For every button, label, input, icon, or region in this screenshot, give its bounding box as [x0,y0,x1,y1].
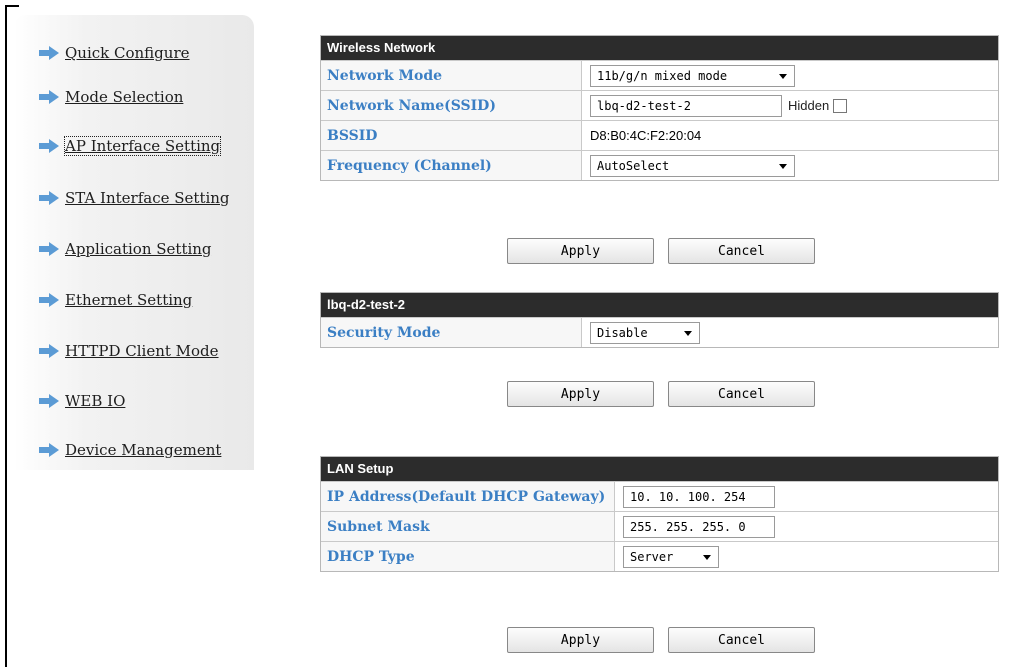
dhcp-type-label: DHCP Type [321,542,615,571]
ip-address-row: IP Address(Default DHCP Gateway) 10. 10.… [321,481,998,511]
dhcp-type-value: Server [630,549,674,564]
dhcp-type-row: DHCP Type Server [321,541,998,571]
ssid-row: Network Name(SSID) lbq-d2-test-2 Hidden [321,90,998,120]
wireless-cancel-button[interactable]: Cancel [668,238,815,264]
security-mode-select[interactable]: Disable [590,321,700,344]
sidebar-item-quick-configure[interactable]: Quick Configure [39,44,190,62]
arrow-right-icon [39,242,59,256]
security-apply-button[interactable]: Apply [507,381,654,407]
dropdown-caret-icon [779,73,787,79]
network-mode-value: 11b/g/n mixed mode [597,68,728,83]
sidebar: Quick Configure Mode Selection AP Interf… [14,15,254,470]
panel-title: Wireless Network [321,36,998,60]
frequency-row: Frequency (Channel) AutoSelect [321,150,998,180]
bssid-value: D8:B0:4C:F2:20:04 [590,128,702,143]
lan-setup-panel: LAN Setup IP Address(Default DHCP Gatewa… [320,456,999,572]
frequency-label: Frequency (Channel) [321,151,582,180]
sidebar-item-label: WEB IO [65,392,126,410]
dropdown-caret-icon [703,554,711,560]
sidebar-item-label: Ethernet Setting [65,291,193,309]
sidebar-item-ap-interface-setting[interactable]: AP Interface Setting [39,136,222,156]
frequency-select[interactable]: AutoSelect [590,154,795,177]
ip-address-input[interactable]: 10. 10. 100. 254 [623,485,775,508]
bssid-row: BSSID D8:B0:4C:F2:20:04 [321,120,998,150]
panel-title: lbq-d2-test-2 [321,293,998,317]
sidebar-item-label: HTTPD Client Mode [65,342,219,360]
sidebar-item-httpd-client-mode[interactable]: HTTPD Client Mode [39,342,219,360]
sidebar-item-ethernet-setting[interactable]: Ethernet Setting [39,291,192,309]
arrow-right-icon [39,90,59,104]
arrow-right-icon [39,293,59,307]
sidebar-item-label: Mode Selection [65,88,184,106]
sidebar-item-mode-selection[interactable]: Mode Selection [39,88,183,106]
frame-border-top [5,5,19,7]
arrow-right-icon [39,344,59,358]
network-mode-row: Network Mode 11b/g/n mixed mode [321,60,998,90]
subnet-mask-label: Subnet Mask [321,512,615,541]
sidebar-item-label: Quick Configure [65,44,190,62]
sidebar-item-label: Device Management [65,441,222,459]
network-mode-label: Network Mode [321,61,582,90]
dropdown-caret-icon [779,163,787,169]
wireless-network-panel: Wireless Network Network Mode 11b/g/n mi… [320,35,999,181]
sidebar-item-application-setting[interactable]: Application Setting [39,240,212,258]
panel-title: LAN Setup [321,457,998,481]
sidebar-item-web-io[interactable]: WEB IO [39,392,125,410]
sidebar-item-label: AP Interface Setting [63,136,222,156]
network-mode-select[interactable]: 11b/g/n mixed mode [590,64,795,87]
dropdown-caret-icon [684,330,692,336]
security-mode-row: Security Mode Disable [321,317,998,347]
sidebar-item-device-management[interactable]: Device Management [39,441,221,459]
dhcp-type-select[interactable]: Server [623,545,719,568]
wireless-apply-button[interactable]: Apply [507,238,654,264]
bssid-label: BSSID [321,121,582,150]
security-mode-label: Security Mode [321,318,582,347]
sidebar-item-label: STA Interface Setting [65,189,230,207]
sidebar-item-sta-interface-setting[interactable]: STA Interface Setting [39,189,230,207]
arrow-right-icon [39,443,59,457]
arrow-right-icon [39,394,59,408]
lan-apply-button[interactable]: Apply [507,627,654,653]
lan-cancel-button[interactable]: Cancel [668,627,815,653]
ssid-label: Network Name(SSID) [321,91,582,120]
subnet-mask-row: Subnet Mask 255. 255. 255. 0 [321,511,998,541]
sidebar-item-label: Application Setting [65,240,212,258]
hidden-checkbox[interactable] [833,98,848,113]
security-mode-value: Disable [597,325,648,340]
ssid-input[interactable]: lbq-d2-test-2 [590,94,782,117]
arrow-right-icon [39,46,59,60]
hidden-label: Hidden [788,98,830,113]
subnet-mask-input[interactable]: 255. 255. 255. 0 [623,515,775,538]
frame-border-left [5,5,7,667]
frequency-value: AutoSelect [597,158,670,173]
security-panel: lbq-d2-test-2 Security Mode Disable [320,292,999,348]
security-cancel-button[interactable]: Cancel [668,381,815,407]
arrow-right-icon [39,139,59,153]
arrow-right-icon [39,191,59,205]
ip-address-label: IP Address(Default DHCP Gateway) [321,482,615,511]
